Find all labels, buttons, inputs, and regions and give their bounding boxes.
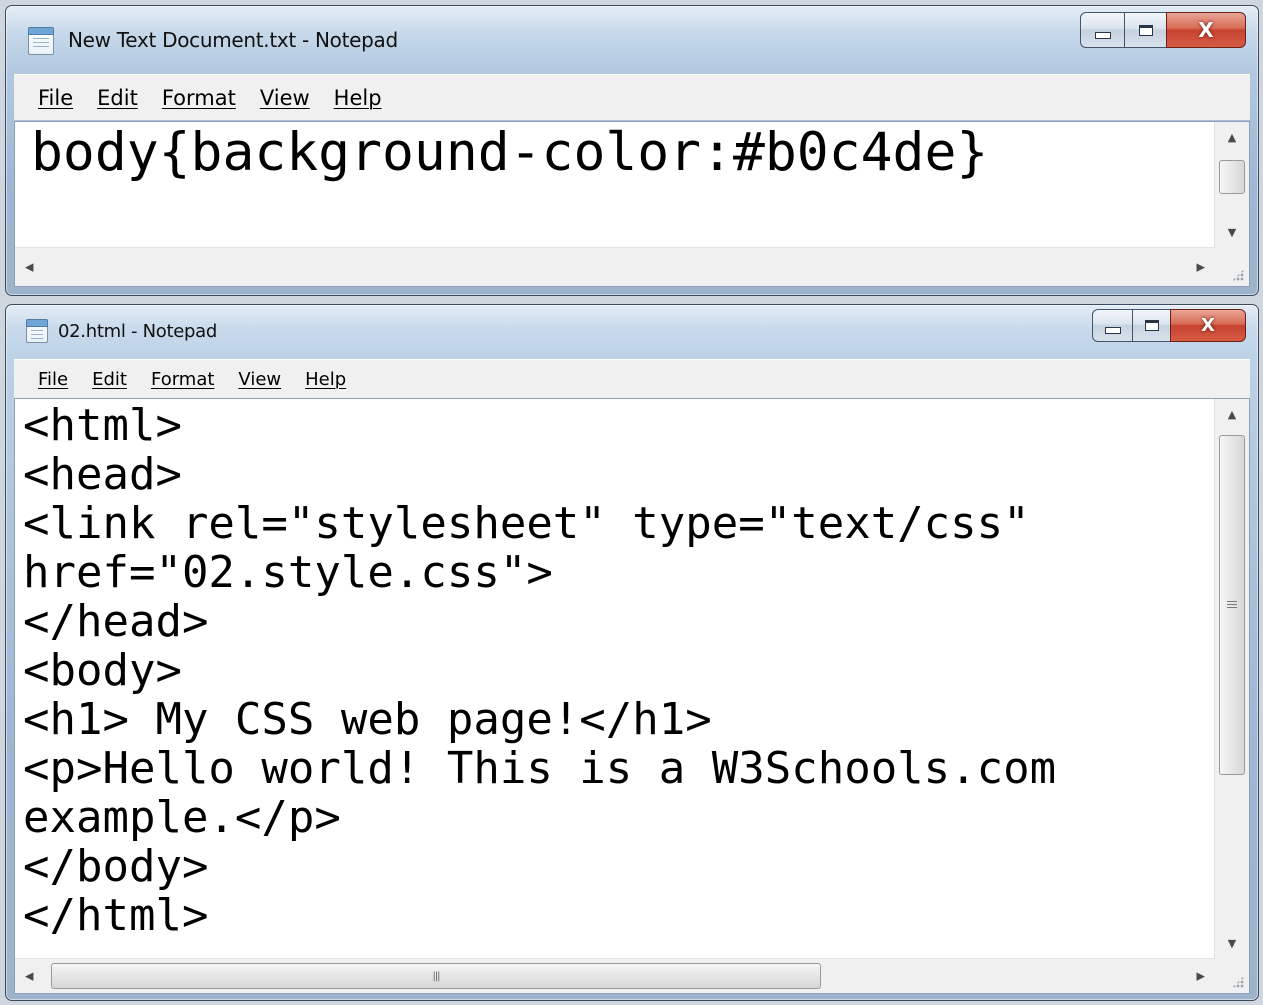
vertical-scroll-thumb[interactable]: [1219, 435, 1245, 775]
menu-file[interactable]: File: [14, 86, 85, 110]
menu-view[interactable]: View: [248, 86, 322, 110]
caption-buttons: X: [1080, 12, 1246, 48]
title-bar[interactable]: 02.html - Notepad X: [6, 305, 1258, 357]
resize-grip[interactable]: [1215, 959, 1249, 993]
text-editor[interactable]: <html> <head> <link rel="stylesheet" typ…: [14, 398, 1250, 994]
scroll-right-arrow-icon[interactable]: ▶: [1197, 262, 1205, 273]
vertical-scrollbar[interactable]: ▲ ▼: [1214, 122, 1249, 248]
window-title: 02.html - Notepad: [58, 321, 217, 342]
resize-grip[interactable]: [1215, 248, 1249, 286]
scroll-up-arrow-icon[interactable]: ▲: [1228, 409, 1236, 420]
thumb-grip-icon: |||: [432, 970, 440, 982]
editor-text[interactable]: <html> <head> <link rel="stylesheet" typ…: [23, 401, 1056, 940]
thumb-grip-icon: [1227, 601, 1237, 609]
scroll-up-arrow-icon[interactable]: ▲: [1228, 132, 1236, 143]
menu-view[interactable]: View: [226, 369, 293, 390]
close-icon: X: [1201, 315, 1215, 336]
menu-edit[interactable]: Edit: [80, 369, 139, 390]
notepad-window-html[interactable]: 02.html - Notepad X File Edit Format Vie…: [5, 304, 1259, 1001]
horizontal-scrollbar[interactable]: ◀ ▶: [15, 247, 1215, 286]
menu-format[interactable]: Format: [150, 86, 248, 110]
scroll-left-arrow-icon[interactable]: ◀: [25, 262, 33, 273]
maximize-icon: [1138, 24, 1153, 36]
minimize-icon: [1104, 327, 1121, 334]
menu-help[interactable]: Help: [293, 369, 358, 390]
maximize-icon: [1144, 320, 1159, 331]
vertical-scroll-thumb[interactable]: [1219, 160, 1245, 194]
scroll-left-arrow-icon[interactable]: ◀: [25, 971, 33, 982]
horizontal-scrollbar[interactable]: ◀ ||| ▶: [15, 958, 1215, 993]
notepad-icon[interactable]: [28, 27, 54, 55]
maximize-button[interactable]: [1132, 309, 1170, 342]
scroll-down-arrow-icon[interactable]: ▼: [1228, 938, 1236, 949]
title-bar[interactable]: New Text Document.txt - Notepad X: [6, 6, 1258, 68]
menu-file[interactable]: File: [14, 369, 80, 390]
menu-bar: File Edit Format View Help: [14, 74, 1250, 120]
menu-bar: File Edit Format View Help: [14, 359, 1250, 398]
minimize-button[interactable]: [1080, 12, 1124, 48]
close-button[interactable]: X: [1170, 309, 1246, 342]
menu-format[interactable]: Format: [139, 369, 226, 390]
notepad-icon[interactable]: [26, 319, 48, 343]
close-icon: X: [1198, 18, 1214, 42]
menu-edit[interactable]: Edit: [85, 86, 150, 110]
minimize-icon: [1094, 31, 1111, 39]
scroll-down-arrow-icon[interactable]: ▼: [1228, 227, 1236, 238]
minimize-button[interactable]: [1092, 309, 1132, 342]
scroll-right-arrow-icon[interactable]: ▶: [1197, 971, 1205, 982]
vertical-scrollbar[interactable]: ▲ ▼: [1214, 399, 1249, 959]
text-editor[interactable]: body{background-color:#b0c4de} ▲ ▼ ◀ ▶: [14, 121, 1250, 287]
horizontal-scroll-thumb[interactable]: |||: [51, 963, 821, 989]
window-title: New Text Document.txt - Notepad: [68, 28, 398, 52]
editor-text[interactable]: body{background-color:#b0c4de}: [31, 124, 988, 182]
maximize-button[interactable]: [1124, 12, 1166, 48]
close-button[interactable]: X: [1166, 12, 1246, 48]
caption-buttons: X: [1092, 309, 1246, 342]
notepad-window-text-document[interactable]: New Text Document.txt - Notepad X File E…: [5, 5, 1259, 296]
menu-help[interactable]: Help: [322, 86, 394, 110]
